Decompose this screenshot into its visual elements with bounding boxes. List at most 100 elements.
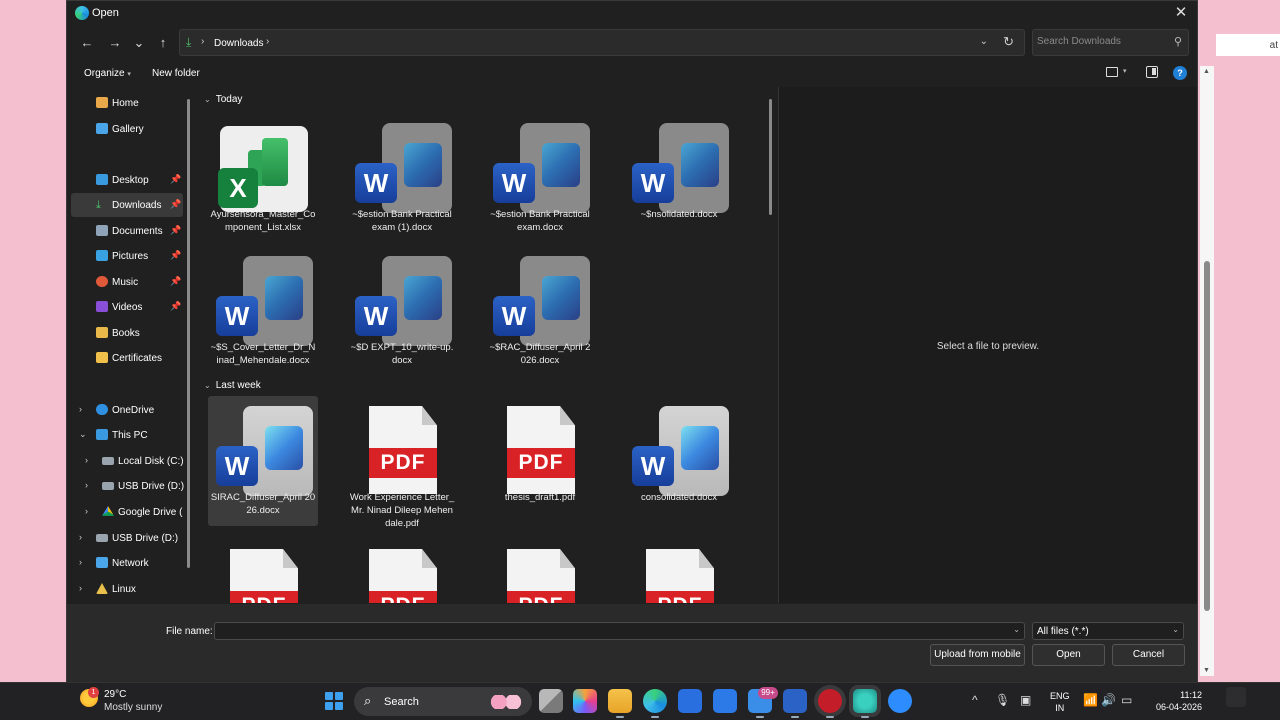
sidebar-item-home[interactable]: Home (71, 91, 183, 115)
chevron-right-icon[interactable]: › (79, 557, 82, 567)
pin-icon[interactable]: 📌 (170, 225, 181, 236)
file-tile[interactable]: W ~$nsolidated.docx (624, 113, 734, 243)
search-icon[interactable]: ⚲ (1174, 35, 1182, 48)
scroll-up-icon[interactable]: ▲ (1203, 68, 1210, 75)
pin-icon[interactable]: 📌 (170, 174, 181, 185)
tray-overflow-icon[interactable]: ^ (972, 693, 978, 707)
file-tile[interactable]: W ~$D EXPT_10_write-up.docx (347, 246, 457, 376)
sidebar-item-videos[interactable]: Videos 📌 (71, 295, 183, 319)
sidebar-item-books[interactable]: Books (71, 321, 183, 345)
sidebar-item-onedrive[interactable]: › OneDrive (71, 398, 183, 422)
close-icon[interactable]: ✕ (1175, 4, 1188, 21)
sidebar-item-gallery[interactable]: Gallery (71, 117, 183, 141)
wifi-icon[interactable]: 📶 (1083, 693, 1098, 707)
file-tile[interactable]: PDF (485, 539, 595, 603)
file-tile[interactable]: W consolidated.docx (624, 396, 734, 526)
refresh-icon[interactable]: ↻ (1003, 34, 1014, 50)
scrollbar-thumb[interactable] (1204, 261, 1210, 611)
file-tile[interactable]: W SIRAC_Diffuser_April 2026.docx (208, 396, 318, 526)
file-tile[interactable]: PDF (624, 539, 734, 603)
file-tile[interactable]: W ~$RAC_Diffuser_April 2026.docx (485, 246, 595, 376)
file-tile[interactable]: PDF (347, 539, 457, 603)
chevron-right-icon[interactable]: › (85, 455, 88, 465)
notification-center-icon[interactable] (1226, 687, 1246, 707)
file-tile[interactable]: W ~$estion Bank Practical exam.docx (485, 113, 595, 243)
chevron-right-icon[interactable]: › (79, 532, 82, 542)
new-folder-button[interactable]: New folder (152, 68, 200, 79)
edge-icon[interactable] (643, 689, 667, 718)
file-tile[interactable]: PDF Work Experience Letter_Mr. Ninad Dil… (347, 396, 457, 529)
back-button[interactable]: ← (78, 34, 96, 52)
security-icon[interactable]: ▣ (1020, 693, 1031, 707)
address-bar[interactable]: ⤓ › Downloads › ⌄ ↻ (179, 29, 1025, 56)
navigation-pane-scrollbar[interactable] (187, 99, 190, 568)
open-button[interactable]: Open (1032, 644, 1105, 666)
language-indicator[interactable]: ENG IN (1050, 690, 1070, 714)
breadcrumb-chevron-icon[interactable]: › (266, 36, 269, 47)
browser-icon[interactable] (853, 689, 877, 718)
teams-icon[interactable] (678, 689, 702, 713)
start-button[interactable] (325, 692, 343, 710)
breadcrumb-downloads[interactable]: Downloads (214, 38, 263, 49)
sidebar-item-local-disk[interactable]: › Local Disk (C:) (71, 449, 184, 473)
file-list-scrollbar[interactable] (769, 99, 772, 215)
zoom-icon[interactable] (888, 689, 912, 713)
battery-icon[interactable]: ▭ (1121, 693, 1132, 707)
pin-icon[interactable]: 📌 (170, 250, 181, 261)
pin-icon[interactable]: 📌 (170, 276, 181, 287)
breadcrumb-separator-icon[interactable]: › (201, 36, 204, 47)
taskbar-search[interactable]: ⌕ Search (354, 687, 532, 716)
photos-icon[interactable] (713, 689, 737, 713)
sidebar-item-desktop[interactable]: Desktop 📌 (71, 168, 183, 192)
chevron-right-icon[interactable]: › (79, 583, 82, 593)
sidebar-item-network[interactable]: › Network (71, 551, 183, 575)
sidebar-item-documents[interactable]: Documents 📌 (71, 219, 183, 243)
sidebar-item-downloads[interactable]: ⤓ Downloads 📌 (71, 193, 183, 217)
change-view-icon[interactable] (1106, 67, 1118, 77)
chevron-down-icon[interactable]: ⌄ (204, 95, 211, 104)
group-header-today[interactable]: ⌄ Today (204, 94, 242, 105)
sidebar-item-pictures[interactable]: Pictures 📌 (71, 244, 183, 268)
view-dropdown-icon[interactable]: ▾ (1123, 67, 1127, 75)
file-tile[interactable]: W ~$S_Cover_Letter_Dr_Ninad_Mehendale.do… (208, 246, 318, 376)
clock[interactable]: 11:12 06-04-2026 (1150, 689, 1202, 713)
file-tile[interactable]: X Ayursensora_Master_Component_List.xlsx (208, 113, 318, 243)
forward-button[interactable]: → (106, 34, 124, 52)
scroll-down-icon[interactable]: ▼ (1203, 667, 1210, 674)
recent-locations-button[interactable]: ⌄ (130, 34, 148, 52)
volume-icon[interactable]: 🔊 (1101, 693, 1116, 707)
sidebar-item-usb-drive[interactable]: › USB Drive (D:) (71, 474, 184, 498)
copilot-icon[interactable] (573, 689, 597, 713)
chevron-down-icon[interactable]: ⌄ (1172, 625, 1179, 634)
file-name-input[interactable]: ⌄ (214, 622, 1025, 640)
chevron-right-icon[interactable]: › (85, 480, 88, 490)
file-tile[interactable]: PDF (208, 539, 318, 603)
sidebar-item-google-drive[interactable]: › Google Drive ( (71, 500, 183, 524)
sidebar-item-linux[interactable]: › Linux (71, 577, 183, 601)
word-icon[interactable] (783, 689, 807, 718)
background-scrollbar[interactable]: ▲ ▼ (1200, 66, 1214, 676)
up-button[interactable]: ↑ (154, 34, 172, 52)
file-type-select[interactable]: All files (*.*) ⌄ (1032, 622, 1184, 640)
weather-temperature[interactable]: 29°C (104, 689, 126, 700)
pin-icon[interactable]: 📌 (170, 301, 181, 312)
task-view-icon[interactable] (539, 689, 563, 713)
chevron-down-icon[interactable]: ⌄ (204, 381, 211, 390)
upload-from-mobile-button[interactable]: Upload from mobile (930, 644, 1025, 666)
group-header-last-week[interactable]: ⌄ Last week (204, 380, 261, 391)
file-tile[interactable]: W ~$estion Bank Practical exam (1).docx (347, 113, 457, 243)
sidebar-item-music[interactable]: Music 📌 (71, 270, 183, 294)
cancel-button[interactable]: Cancel (1112, 644, 1185, 666)
organize-button[interactable]: Organize ▾ (84, 68, 131, 79)
preview-pane-icon[interactable] (1146, 66, 1158, 78)
sidebar-item-this-pc[interactable]: ⌄ This PC (71, 423, 183, 447)
opera-icon[interactable] (818, 689, 842, 718)
help-icon[interactable]: ? (1173, 66, 1187, 80)
file-tile[interactable]: PDF thesis_draft1.pdf (485, 396, 595, 526)
sidebar-item-certificates[interactable]: Certificates (71, 346, 183, 370)
search-input[interactable] (1037, 36, 1167, 47)
chevron-right-icon[interactable]: › (79, 404, 82, 414)
microphone-icon[interactable]: 🎙 (995, 693, 1010, 707)
close-button[interactable]: ✕ (1171, 3, 1191, 23)
address-dropdown-icon[interactable]: ⌄ (980, 36, 988, 47)
